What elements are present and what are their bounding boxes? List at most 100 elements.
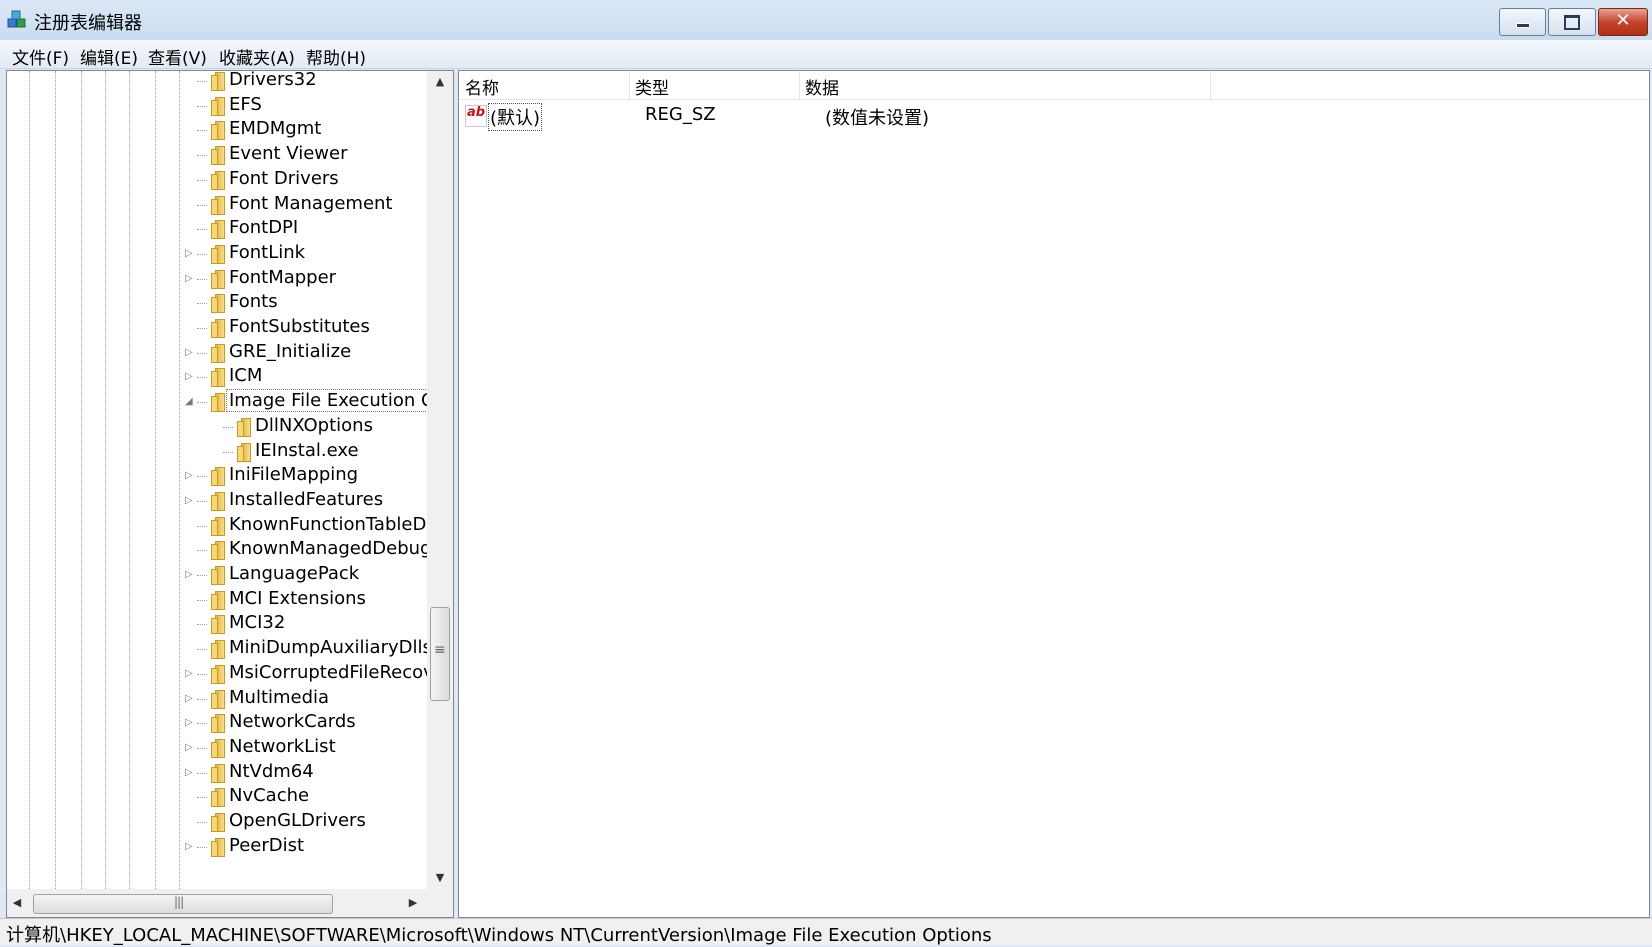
tree-item[interactable]: DllNXOptions (7, 414, 427, 440)
value-name: (默认) (487, 103, 543, 131)
expand-arrow-icon[interactable] (185, 519, 195, 533)
tree-item[interactable]: ▷ LanguagePack (7, 562, 427, 588)
tree-item[interactable]: MCI Extensions (7, 587, 427, 613)
expand-arrow-icon[interactable] (185, 296, 195, 310)
expand-arrow-icon[interactable] (185, 815, 195, 829)
tree-item[interactable]: Fonts (7, 290, 427, 316)
tree-item[interactable]: Font Management (7, 192, 427, 218)
close-button[interactable]: ✕ (1598, 8, 1648, 36)
tree-item[interactable]: Font Drivers (7, 167, 427, 193)
expand-arrow-icon[interactable] (185, 123, 195, 137)
tree-item[interactable]: KnownFunctionTableDl (7, 513, 431, 539)
tree-item[interactable]: NvCache (7, 784, 427, 810)
column-header-name[interactable]: 名称 (459, 71, 630, 99)
expand-arrow-icon[interactable]: ▷ (185, 469, 195, 483)
expand-arrow-icon[interactable]: ▷ (185, 766, 195, 780)
tree-item[interactable]: FontDPI (7, 216, 427, 242)
tree-item[interactable]: ▷ GRE_Initialize (7, 340, 427, 366)
menu-help[interactable]: 帮助(H) (306, 44, 366, 69)
folder-icon (209, 714, 227, 734)
tree-item-label: MsiCorruptedFileRecov (229, 661, 434, 683)
tree-connector (197, 278, 207, 280)
minimize-button[interactable] (1499, 8, 1546, 36)
expand-arrow-icon[interactable] (185, 543, 195, 557)
expand-arrow-icon[interactable] (185, 74, 195, 88)
folder-icon (209, 664, 227, 684)
tree-item[interactable]: ▷ InstalledFeatures (7, 488, 427, 514)
column-header-data[interactable]: 数据 (799, 71, 1211, 99)
value-row[interactable]: ab (默认) REG_SZ (数值未设置) (459, 103, 1649, 131)
tree-item-label: OpenGLDrivers (229, 810, 366, 831)
expand-arrow-icon[interactable] (185, 642, 195, 656)
expand-arrow-icon[interactable]: ▷ (185, 346, 195, 360)
tree-item[interactable]: OpenGLDrivers (7, 809, 427, 835)
tree-connector (197, 328, 207, 329)
folder-icon (209, 467, 227, 487)
expand-arrow-icon[interactable]: ▷ (185, 247, 195, 261)
scroll-up-arrow-icon[interactable]: ▲ (427, 71, 453, 93)
expand-arrow-icon[interactable]: ▷ (185, 272, 195, 286)
menu-edit[interactable]: 编辑(E) (80, 44, 138, 69)
expand-arrow-icon[interactable] (185, 148, 195, 162)
tree-item[interactable]: ▷ FontLink (7, 241, 427, 267)
tree-item-label: PeerDist (229, 834, 305, 856)
expand-arrow-icon[interactable]: ▷ (185, 568, 195, 582)
column-header-type[interactable]: 类型 (629, 71, 800, 99)
expand-arrow-icon[interactable] (185, 321, 195, 335)
expand-arrow-icon[interactable]: ▷ (185, 370, 195, 384)
tree-horizontal-scrollbar[interactable]: ◀ ▶ (7, 889, 427, 917)
current-key-path: 计算机\HKEY_LOCAL_MACHINE\SOFTWARE\Microsof… (6, 925, 992, 946)
tree-item[interactable]: Drivers32 (7, 71, 427, 94)
expand-arrow-icon[interactable] (185, 593, 195, 607)
expand-arrow-icon[interactable]: ▷ (185, 840, 195, 854)
scroll-down-arrow-icon[interactable]: ▼ (427, 867, 453, 889)
expand-arrow-icon[interactable] (185, 99, 195, 113)
tree-item[interactable]: ▷ ICM (7, 364, 427, 390)
tree-item[interactable]: EMDMgmt (7, 117, 427, 143)
folder-icon (209, 319, 227, 338)
tree-item[interactable]: EFS (7, 93, 427, 119)
expand-arrow-icon[interactable]: ▷ (185, 716, 195, 730)
tree-item[interactable]: ▷ NetworkList (7, 735, 427, 761)
tree-connector (197, 81, 207, 82)
expand-arrow-icon[interactable]: ▷ (185, 741, 195, 755)
expand-arrow-icon[interactable] (185, 222, 195, 236)
expand-arrow-icon[interactable]: ▷ (185, 494, 195, 508)
tree-item[interactable]: MCI32 (7, 611, 427, 637)
vertical-scroll-thumb[interactable] (430, 607, 450, 701)
tree-item[interactable]: ▷ IniFileMapping (7, 463, 427, 489)
tree-item[interactable]: Event Viewer (7, 142, 427, 168)
tree-item[interactable]: MiniDumpAuxiliaryDlls (7, 636, 432, 662)
expand-arrow-icon[interactable]: ▷ (185, 692, 195, 706)
tree-item[interactable]: KnownManagedDebug (7, 537, 431, 563)
registry-tree[interactable]: Drivers32 EFS EMDMgmt Event Viewer Font Driv… (6, 70, 454, 918)
menu-file[interactable]: 文件(F) (12, 44, 69, 69)
expand-arrow-icon[interactable]: ▷ (185, 667, 195, 681)
tree-item[interactable]: ▷ NetworkCards (7, 710, 427, 736)
expand-arrow-icon[interactable] (185, 617, 195, 631)
window-title: 注册表编辑器 (34, 13, 142, 34)
tree-item[interactable]: ▷ NtVdm64 (7, 760, 427, 786)
tree-item[interactable]: ◢ Image File Execution O (7, 389, 439, 415)
collapse-arrow-icon[interactable]: ◢ (185, 395, 195, 409)
scroll-right-arrow-icon[interactable]: ▶ (403, 892, 423, 914)
expand-arrow-icon[interactable] (185, 198, 195, 212)
tree-connector (197, 500, 207, 502)
values-list[interactable]: 名称 类型 数据 ab (默认) REG_SZ (数值未设置) (458, 70, 1650, 918)
tree-item[interactable]: IEInstal.exe (7, 439, 427, 465)
horizontal-scroll-thumb[interactable] (33, 894, 333, 914)
scroll-left-arrow-icon[interactable]: ◀ (7, 892, 27, 914)
tree-item[interactable]: FontSubstitutes (7, 315, 427, 341)
maximize-button[interactable] (1548, 8, 1596, 36)
folder-icon (209, 220, 227, 240)
expand-arrow-icon[interactable] (185, 173, 195, 187)
menu-favorites[interactable]: 收藏夹(A) (219, 44, 295, 69)
tree-item[interactable]: ▷ Multimedia (7, 686, 427, 712)
tree-item[interactable]: ▷ MsiCorruptedFileRecov (7, 661, 434, 687)
menu-view[interactable]: 查看(V) (148, 44, 207, 69)
tree-vertical-scrollbar[interactable]: ▲ ▼ (427, 71, 453, 889)
tree-item[interactable]: ▷ PeerDist (7, 834, 427, 860)
expand-arrow-icon[interactable] (185, 790, 195, 804)
folder-icon (209, 689, 227, 709)
tree-item[interactable]: ▷ FontMapper (7, 266, 427, 292)
